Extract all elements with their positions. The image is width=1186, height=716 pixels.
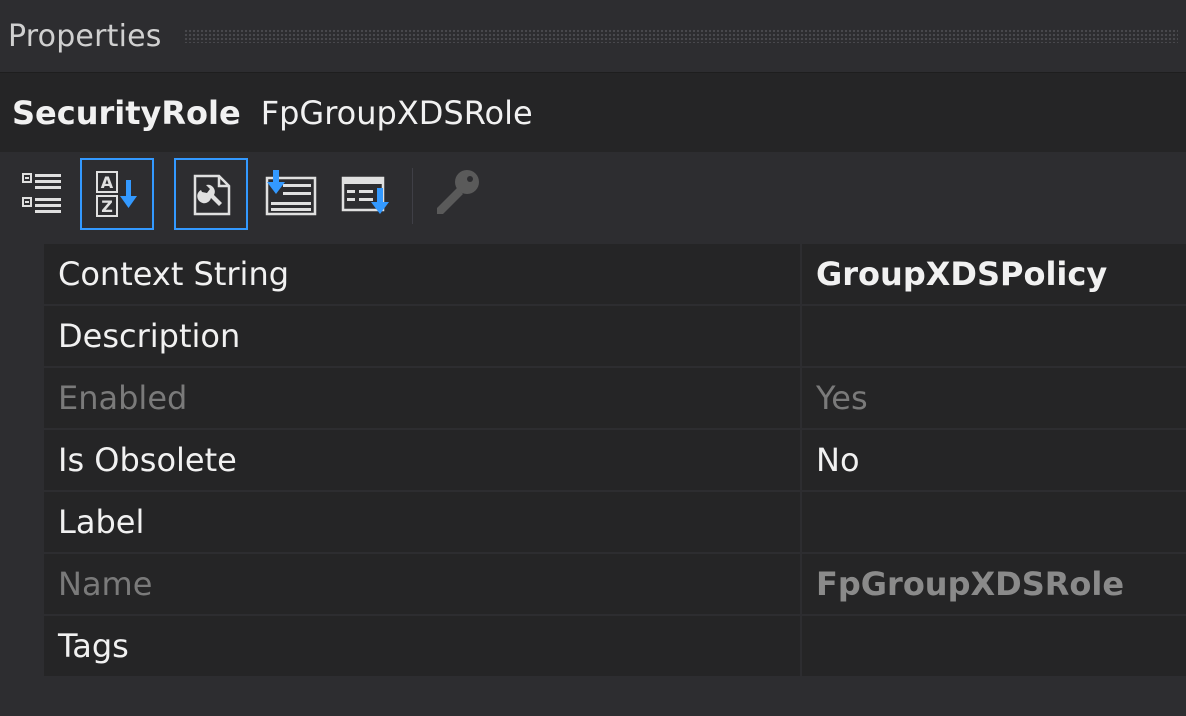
property-name: Name — [44, 554, 802, 614]
property-name: Description — [44, 306, 802, 366]
property-value[interactable] — [804, 492, 1186, 552]
property-value[interactable] — [804, 306, 1186, 366]
alphabetical-icon: A Z — [96, 171, 137, 217]
property-name: Label — [44, 492, 802, 552]
object-name: FpGroupXDSRole — [260, 94, 533, 132]
property-name: Tags — [44, 616, 802, 676]
svg-text:Z: Z — [101, 197, 113, 216]
object-type: SecurityRole — [12, 94, 241, 132]
description-pane — [0, 682, 1186, 716]
property-row[interactable]: Description — [44, 306, 1186, 366]
property-row[interactable]: Context String GroupXDSPolicy — [44, 244, 1186, 304]
key-button[interactable] — [420, 158, 494, 230]
properties-icon — [193, 174, 231, 216]
property-grid: Context String GroupXDSPolicy Descriptio… — [0, 242, 1186, 682]
property-value: FpGroupXDSRole — [816, 565, 1125, 603]
property-pages-icon — [341, 176, 389, 214]
events-button[interactable] — [252, 158, 326, 230]
drag-grip[interactable] — [183, 29, 1178, 43]
property-row[interactable]: Label — [44, 492, 1186, 552]
panel-title: Properties — [8, 18, 162, 54]
object-selector[interactable]: SecurityRole FpGroupXDSRole — [0, 72, 1186, 153]
property-pages-button[interactable] — [330, 158, 404, 230]
property-value[interactable]: GroupXDSPolicy — [804, 244, 1186, 304]
property-value[interactable]: No — [804, 430, 1186, 490]
svg-text:A: A — [101, 173, 114, 192]
property-name: Enabled — [44, 368, 802, 428]
property-row[interactable]: Tags — [44, 616, 1186, 676]
categorized-icon — [22, 173, 61, 213]
property-name: Context String — [44, 244, 802, 304]
categorized-button[interactable] — [6, 158, 80, 230]
properties-toolbar: A Z — [0, 152, 1186, 242]
properties-title-bar: Properties — [0, 0, 1186, 72]
property-row[interactable]: Is Obsolete No — [44, 430, 1186, 490]
events-icon — [265, 170, 317, 216]
properties-button[interactable] — [174, 158, 248, 230]
property-name: Is Obsolete — [44, 430, 802, 490]
property-row[interactable]: Enabled Yes — [44, 368, 1186, 428]
property-row[interactable]: Name FpGroupXDSRole — [44, 554, 1186, 614]
toolbar-separator — [412, 168, 413, 224]
key-icon — [437, 170, 479, 214]
alphabetical-button[interactable]: A Z — [80, 158, 154, 230]
property-value: Yes — [816, 379, 868, 417]
property-value[interactable] — [804, 616, 1186, 676]
